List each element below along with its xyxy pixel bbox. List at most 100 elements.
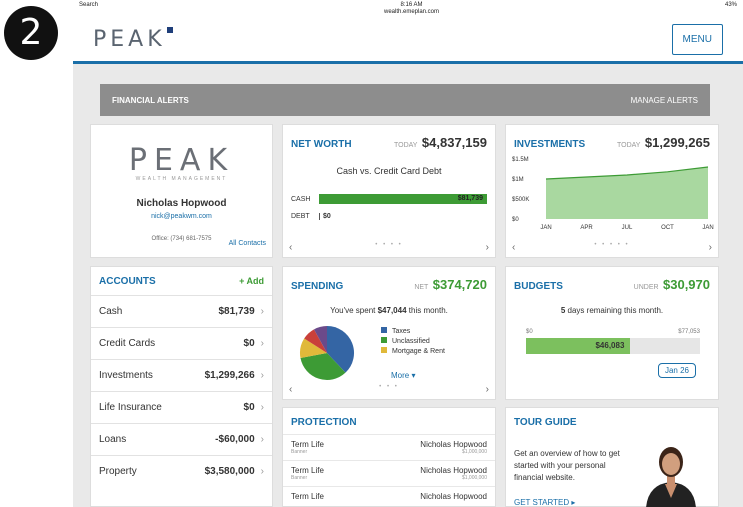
- account-row[interactable]: Life Insurance $0 ›: [91, 391, 272, 423]
- cash-bar: $81,739: [319, 194, 487, 204]
- add-account-button[interactable]: + Add: [239, 276, 264, 286]
- days-remaining: 5 days remaining this month.: [560, 306, 664, 315]
- legend-label: Unclassified: [392, 338, 430, 345]
- next-chevron-icon[interactable]: ›: [486, 384, 489, 395]
- menu-button[interactable]: MENU: [671, 24, 723, 55]
- net-worth-title: NET WORTH: [291, 139, 352, 150]
- budgets-card[interactable]: BUDGETS UNDER $30,970 5 days remaining t…: [505, 266, 719, 400]
- all-contacts-link[interactable]: All Contacts: [229, 240, 266, 247]
- y-tick-label: $1M: [512, 177, 524, 183]
- legend-label: Mortgage & Rent: [392, 348, 445, 355]
- net-worth-card[interactable]: NET WORTH TODAY $4,837,159 Cash vs. Cred…: [282, 124, 496, 258]
- accounts-list: Cash $81,739 › Credit Cards $0 › Investments $1…: [91, 295, 272, 487]
- cash-bar-label: CASH: [291, 195, 311, 203]
- account-row[interactable]: Investments $1,299,266 ›: [91, 359, 272, 391]
- tour-guide-title: TOUR GUIDE: [514, 417, 577, 428]
- legend-swatch: [381, 347, 387, 353]
- x-tick-label: JUL: [622, 225, 633, 231]
- policy-carrier: Banner: [291, 449, 308, 455]
- chevron-right-icon: ›: [260, 370, 264, 381]
- protection-title: PROTECTION: [291, 417, 357, 428]
- spending-pager: ‹ • • • ›: [289, 384, 489, 395]
- account-row[interactable]: Credit Cards $0 ›: [91, 327, 272, 359]
- investments-card[interactable]: INVESTMENTS TODAY $1,299,265 $0 $500K $1M $…: [505, 124, 719, 258]
- policy-insured: Nicholas Hopwood: [420, 492, 487, 501]
- protection-row[interactable]: Term Life Banner Nicholas Hopwood $1,000,00…: [283, 460, 495, 486]
- spending-pie-chart: [300, 326, 354, 380]
- cash-bar-value: $81,739: [457, 195, 483, 202]
- investments-title: INVESTMENTS: [514, 139, 586, 150]
- chevron-right-icon: ›: [260, 306, 264, 317]
- pager-dots: • • •: [379, 384, 399, 390]
- manage-alerts-link[interactable]: MANAGE ALERTS: [631, 96, 698, 105]
- chevron-right-icon: ›: [260, 466, 264, 477]
- investments-value: $1,299,265: [644, 135, 710, 150]
- account-value: $3,580,000: [204, 466, 255, 477]
- today-label: TODAY: [394, 142, 418, 149]
- get-started-link[interactable]: GET STARTED ▸: [514, 498, 575, 507]
- y-tick-label: $500K: [512, 197, 529, 203]
- account-label: Life Insurance: [99, 402, 162, 413]
- account-value: $1,299,266: [204, 370, 255, 381]
- account-label: Loans: [99, 434, 127, 445]
- account-row[interactable]: Cash $81,739 ›: [91, 295, 272, 327]
- protection-row[interactable]: Term Life Nicholas Hopwood: [283, 486, 495, 506]
- account-value: -$60,000: [215, 434, 255, 445]
- tour-guide-card[interactable]: TOUR GUIDE Get an overview of how to get…: [505, 407, 719, 507]
- legend-swatch: [381, 337, 387, 343]
- account-row[interactable]: Loans -$60,000 ›: [91, 423, 272, 455]
- spending-amount: $47,044: [377, 306, 407, 315]
- budgets-value: $30,970: [663, 277, 710, 292]
- budgets-title: BUDGETS: [514, 281, 563, 292]
- policy-type: Term Life: [291, 466, 324, 475]
- account-label: Property: [99, 466, 137, 477]
- x-tick-label: OCT: [661, 225, 674, 231]
- chevron-right-icon: ›: [260, 402, 264, 413]
- today-label: TODAY: [617, 142, 641, 149]
- net-worth-value: $4,837,159: [421, 135, 487, 150]
- debt-bar-value: $0: [319, 212, 331, 220]
- step-number-badge: 2: [4, 6, 58, 60]
- status-url[interactable]: wealth.emeplan.com: [384, 9, 439, 16]
- policy-type: Term Life: [291, 440, 324, 449]
- more-dropdown[interactable]: More ▾: [391, 371, 415, 380]
- x-tick-label: JAN: [702, 225, 713, 231]
- advisor-email[interactable]: nick@peakwm.com: [91, 213, 272, 220]
- financial-alerts-bar: FINANCIAL ALERTS MANAGE ALERTS: [100, 84, 710, 116]
- prev-chevron-icon[interactable]: ‹: [289, 384, 292, 395]
- net-worth-pager: ‹ • • • • ›: [289, 242, 489, 253]
- company-logo-subtitle: WEALTH MANAGEMENT: [135, 176, 228, 182]
- next-chevron-icon[interactable]: ›: [709, 242, 712, 253]
- account-label: Investments: [99, 370, 153, 381]
- next-chevron-icon[interactable]: ›: [486, 242, 489, 253]
- net-label: NET: [414, 284, 429, 291]
- advisor-name: Nicholas Hopwood: [136, 198, 227, 209]
- prev-chevron-icon[interactable]: ‹: [289, 242, 292, 253]
- peak-logo[interactable]: PEAK: [93, 27, 173, 52]
- budget-min: $0: [526, 329, 533, 335]
- protection-card[interactable]: PROTECTION Term Life Banner Nicholas Hopwo…: [282, 407, 496, 507]
- account-row[interactable]: Property $3,580,000 ›: [91, 455, 272, 487]
- status-bar: Search 8:16 AM wealth.emeplan.com 43%: [73, 0, 743, 18]
- alerts-title: FINANCIAL ALERTS: [112, 95, 189, 105]
- chevron-right-icon: ›: [260, 338, 264, 349]
- protection-row[interactable]: Term Life Banner Nicholas Hopwood $1,000,00…: [283, 434, 495, 460]
- x-tick-label: APR: [580, 225, 593, 231]
- legend-item: Unclassified: [381, 337, 445, 345]
- y-tick-label: $1.5M: [512, 157, 529, 163]
- account-label: Cash: [99, 306, 123, 317]
- tablet-screen: Search 8:16 AM wealth.emeplan.com 43% PE…: [73, 0, 743, 507]
- spending-summary: You've spent $47,044 this month.: [330, 306, 448, 315]
- prev-chevron-icon[interactable]: ‹: [512, 242, 515, 253]
- tour-guide-text: Get an overview of how to get started wi…: [514, 449, 620, 482]
- status-left: Search: [79, 2, 99, 8]
- budget-spent: $46,083: [595, 341, 625, 350]
- chevron-right-icon: ›: [260, 434, 264, 445]
- spending-card[interactable]: SPENDING NET $374,720 You've spent $47,0…: [282, 266, 496, 400]
- policy-amount: $1,000,000: [461, 449, 487, 455]
- budget-progress-bar: $46,083: [526, 338, 631, 354]
- investments-pager: ‹ • • • • • ›: [512, 242, 712, 253]
- account-value: $0: [243, 402, 255, 413]
- investments-area-chart: $0 $500K $1M $1.5M JAN APR JUL OCT JAN: [512, 157, 714, 231]
- pager-dots: • • • • •: [594, 242, 630, 248]
